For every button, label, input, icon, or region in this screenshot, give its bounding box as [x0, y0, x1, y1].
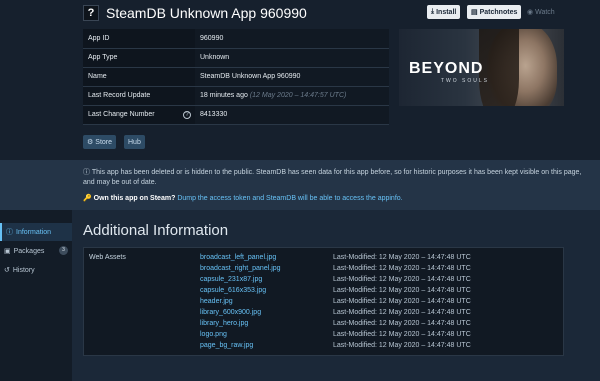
- banner-shadow: [479, 29, 519, 106]
- sidebar-item-history[interactable]: ↺ History: [0, 261, 72, 279]
- asset-modified: Last-Modified: 12 May 2020 – 14:47:48 UT…: [333, 309, 471, 316]
- install-label: Install: [436, 8, 457, 16]
- section-title: Additional Information: [83, 222, 229, 239]
- help-icon[interactable]: ?: [183, 110, 191, 119]
- info-key: Name: [83, 67, 195, 87]
- sidebar-item-label: Information: [16, 228, 52, 236]
- asset-link[interactable]: broadcast_left_panel.jpg: [200, 254, 276, 261]
- watch-button[interactable]: ◉ Watch: [527, 5, 555, 19]
- table-row: Name SteamDB Unknown App 960990: [83, 67, 389, 87]
- asset-modified: Last-Modified: 12 May 2020 – 14:47:48 UT…: [333, 265, 471, 272]
- asset-link[interactable]: broadcast_right_panel.jpg: [200, 265, 281, 272]
- info-key-label: Last Change Number: [88, 111, 155, 118]
- asset-modified: Last-Modified: 12 May 2020 – 14:47:48 UT…: [333, 298, 471, 305]
- asset-link[interactable]: capsule_616x353.jpg: [200, 287, 266, 294]
- packages-count-badge: 3: [59, 246, 68, 255]
- app-icon: ?: [83, 5, 99, 21]
- relative-time: 18 minutes ago: [200, 92, 248, 99]
- info-value[interactable]: 8413330: [195, 105, 389, 125]
- table-row: App ID 960990: [83, 29, 389, 49]
- sidebar-item-information[interactable]: ⓘ Information: [0, 223, 72, 241]
- info-value: SteamDB Unknown App 960990: [195, 67, 389, 87]
- asset-modified: Last-Modified: 12 May 2020 – 14:47:48 UT…: [333, 287, 471, 294]
- hub-label: Hub: [128, 138, 141, 146]
- key-icon: 🔑: [83, 195, 92, 202]
- info-key: Last Record Update: [83, 86, 195, 106]
- own-app-notice: 🔑 Own this app on Steam? Dump the access…: [83, 194, 403, 202]
- asset-link[interactable]: library_hero.jpg: [200, 320, 248, 327]
- steam-icon: ⚙: [87, 139, 94, 146]
- absolute-time: (12 May 2020 – 14:47:57 UTC): [249, 92, 347, 99]
- info-key: App ID: [83, 29, 195, 49]
- info-value: 18 minutes ago (12 May 2020 – 14:47:57 U…: [195, 86, 389, 106]
- store-label: Store: [95, 138, 113, 146]
- banner-title: BEYOND: [409, 60, 484, 77]
- patchnotes-button[interactable]: ▤ Patchnotes: [467, 5, 522, 19]
- info-value: Unknown: [195, 48, 389, 68]
- info-key: Last Change Number ?: [83, 105, 195, 125]
- table-row: Last Record Update 18 minutes ago (12 Ma…: [83, 86, 389, 106]
- web-assets-label: Web Assets: [89, 254, 126, 261]
- info-icon: ⓘ: [6, 229, 13, 236]
- asset-link[interactable]: library_600x900.jpg: [200, 309, 261, 316]
- dump-token-link[interactable]: Dump the access token and SteamDB will b…: [177, 195, 402, 202]
- asset-modified: Last-Modified: 12 May 2020 – 14:47:48 UT…: [333, 320, 471, 327]
- asset-link[interactable]: header.jpg: [200, 298, 233, 305]
- banner-subtitle: TWO SOULS: [441, 78, 490, 84]
- app-info-table: App ID 960990 App Type Unknown Name Stea…: [83, 29, 389, 125]
- header-image: BEYOND TWO SOULS: [399, 29, 564, 106]
- eye-icon: ◉: [527, 9, 534, 16]
- table-row: App Type Unknown: [83, 48, 389, 68]
- sidebar: ⓘ Information ▣ Packages 3 ↺ History: [0, 210, 72, 381]
- asset-link[interactable]: page_bg_raw.jpg: [200, 342, 253, 349]
- page-title: SteamDB Unknown App 960990: [106, 5, 307, 21]
- watch-label: Watch: [535, 8, 555, 16]
- asset-modified: Last-Modified: 12 May 2020 – 14:47:48 UT…: [333, 342, 471, 349]
- document-icon: ▤: [471, 9, 478, 16]
- install-button[interactable]: ⤓ Install: [427, 5, 461, 19]
- history-icon: ↺: [4, 267, 10, 274]
- patchnotes-label: Patchnotes: [479, 8, 518, 16]
- download-icon: ⤓: [431, 8, 435, 15]
- asset-modified: Last-Modified: 12 May 2020 – 14:47:48 UT…: [333, 331, 471, 338]
- info-icon: ⓘ: [83, 169, 90, 176]
- deleted-notice: ⓘ This app has been deleted or is hidden…: [83, 168, 588, 188]
- info-key: App Type: [83, 48, 195, 68]
- web-assets-panel: Web Assets broadcast_left_panel.jpg Last…: [83, 247, 564, 356]
- store-button[interactable]: ⚙ Store: [83, 135, 117, 149]
- table-row: Last Change Number ? 8413330: [83, 105, 389, 125]
- sidebar-item-label: History: [12, 266, 35, 274]
- package-icon: ▣: [4, 248, 11, 255]
- asset-modified: Last-Modified: 12 May 2020 – 14:47:48 UT…: [333, 276, 471, 283]
- info-value: 960990: [195, 29, 389, 49]
- sidebar-item-label: Packages: [13, 247, 45, 255]
- asset-link[interactable]: logo.png: [200, 331, 227, 338]
- sidebar-item-packages[interactable]: ▣ Packages 3: [0, 242, 72, 260]
- deleted-notice-text: This app has been deleted or is hidden t…: [83, 169, 582, 186]
- asset-modified: Last-Modified: 12 May 2020 – 14:47:48 UT…: [333, 254, 471, 261]
- asset-link[interactable]: capsule_231x87.jpg: [200, 276, 262, 283]
- own-app-prefix: Own this app on Steam?: [93, 195, 176, 202]
- hub-button[interactable]: Hub: [124, 135, 145, 149]
